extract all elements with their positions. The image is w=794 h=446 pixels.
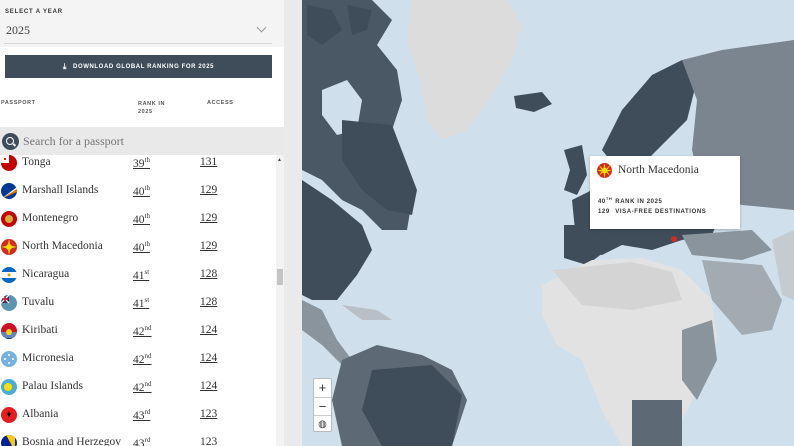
year-select-value[interactable]: 2025 [6, 23, 30, 38]
row-rank-link[interactable]: 42nd [133, 380, 152, 394]
kiribati-flag-icon [1, 323, 17, 339]
micronesia-flag-icon [1, 351, 17, 367]
north-macedonia-flag-icon [597, 163, 612, 178]
table-row[interactable]: Tuvalu 41st 128 [0, 295, 276, 323]
row-country-name: Tonga [22, 156, 51, 168]
palau-flag-icon [1, 379, 17, 395]
search-bar[interactable] [0, 127, 284, 155]
row-country-name: Nicaragua [22, 268, 70, 280]
table-row[interactable]: Montenegro 40th 129 [0, 211, 276, 239]
row-access-link[interactable]: 123 [200, 436, 217, 446]
tooltip-access-value: 129 [598, 209, 610, 215]
tooltip-access-line: 129 VISA-FREE DESTINATIONS [598, 209, 706, 215]
tooltip-rank-value: 40TH [598, 196, 613, 205]
globe-icon[interactable]: ◍ [314, 415, 331, 432]
column-passport: PASSPORT [1, 100, 36, 106]
row-rank-link[interactable]: 39th [133, 156, 150, 170]
download-ranking-button[interactable]: ⤓ DOWNLOAD GLOBAL RANKING FOR 2025 [5, 55, 272, 78]
row-country-name: Palau Islands [22, 380, 84, 392]
row-rank-link[interactable]: 42nd [133, 352, 152, 366]
row-access-link[interactable]: 129 [200, 240, 217, 252]
row-rank-link[interactable]: 40th [133, 184, 150, 198]
row-rank-link[interactable]: 40th [133, 212, 150, 226]
search-icon[interactable] [2, 132, 19, 150]
caribbean-islands [342, 305, 392, 320]
table-row[interactable]: North Macedonia 40th 129 [0, 239, 276, 267]
scroll-thumb[interactable] [277, 269, 283, 285]
turkey-region [682, 230, 772, 260]
greenland-region [407, 0, 522, 140]
search-input[interactable] [23, 133, 263, 149]
scroll-up-icon[interactable]: ▲ [277, 157, 282, 163]
table-row[interactable]: Micronesia 42nd 124 [0, 351, 276, 379]
uk-region [564, 145, 587, 195]
tooltip-country-name: North Macedonia [618, 164, 699, 176]
zoom-out-button[interactable]: − [314, 397, 331, 414]
nicaragua-flag-icon [1, 267, 17, 283]
tooltip-rank-text: RANK IN 2025 [615, 199, 663, 205]
download-icon: ⤓ [62, 61, 68, 71]
iceland-region [514, 92, 552, 112]
row-access-link[interactable]: 124 [200, 352, 217, 364]
column-access: ACCESS [207, 100, 234, 106]
marshall-islands-flag-icon [1, 183, 17, 199]
download-button-label: DOWNLOAD GLOBAL RANKING FOR 2025 [73, 63, 215, 70]
panel-divider [284, 0, 302, 446]
row-rank-link[interactable]: 41st [133, 268, 149, 282]
north-macedonia-flag-icon [1, 239, 17, 255]
zoom-controls: + − ◍ [313, 378, 332, 432]
row-country-name: North Macedonia [22, 240, 103, 252]
passport-ranking-panel: SELECT A YEAR 2025 ⤓ DOWNLOAD GLOBAL RAN… [0, 0, 284, 446]
tonga-flag-icon [1, 155, 17, 171]
row-country-name: Micronesia [22, 352, 74, 364]
passport-list: Tonga 39th 131 Marshall Islands 40th 129 Monte… [0, 155, 276, 446]
scrollbar[interactable]: ▲ [276, 155, 284, 446]
column-rank: RANK IN 2025 [138, 101, 166, 115]
row-rank-link[interactable]: 41st [133, 296, 149, 310]
country-tooltip: North Macedonia 40TH RANK IN 2025 129 VI… [590, 156, 740, 229]
row-rank-link[interactable]: 42nd [133, 324, 152, 338]
row-rank-link[interactable]: 43rd [133, 436, 150, 446]
column-headers: PASSPORT RANK IN 2025 ACCESS [0, 100, 284, 122]
row-access-link[interactable]: 128 [200, 268, 217, 280]
row-access-link[interactable]: 128 [200, 296, 217, 308]
row-rank-link[interactable]: 40th [133, 240, 150, 254]
row-rank-link[interactable]: 43rd [133, 408, 150, 422]
year-select[interactable]: SELECT A YEAR 2025 [0, 0, 284, 47]
row-access-link[interactable]: 124 [200, 324, 217, 336]
bosnia-flag-icon [1, 435, 17, 446]
row-access-link[interactable]: 129 [200, 212, 217, 224]
row-country-name: Tuvalu [22, 296, 55, 308]
row-country-name: Montenegro [22, 212, 79, 224]
table-row[interactable]: Nicaragua 41st 128 [0, 267, 276, 295]
divider [4, 43, 272, 44]
table-row[interactable]: Marshall Islands 40th 129 [0, 183, 276, 211]
row-country-name: Bosnia and Herzegov [22, 436, 121, 446]
table-row[interactable]: Albania 43rd 123 [0, 407, 276, 435]
table-row[interactable]: Tonga 39th 131 [0, 155, 276, 183]
south-africa-region [632, 400, 682, 446]
albania-flag-icon [1, 407, 17, 423]
chevron-down-icon[interactable] [256, 22, 267, 33]
montenegro-flag-icon [1, 211, 17, 227]
tuvalu-flag-icon [1, 295, 17, 311]
tooltip-access-text: VISA-FREE DESTINATIONS [615, 209, 707, 215]
zoom-in-button[interactable]: + [314, 379, 331, 396]
year-select-label: SELECT A YEAR [5, 9, 63, 15]
row-access-link[interactable]: 123 [200, 408, 217, 420]
row-access-link[interactable]: 131 [200, 156, 217, 168]
row-access-link[interactable]: 129 [200, 184, 217, 196]
row-access-link[interactable]: 124 [200, 380, 217, 392]
row-country-name: Marshall Islands [22, 184, 99, 196]
row-country-name: Albania [22, 408, 59, 420]
table-row[interactable]: Kiribati 42nd 124 [0, 323, 276, 351]
table-row[interactable]: Palau Islands 42nd 124 [0, 379, 276, 407]
row-country-name: Kiribati [22, 324, 58, 336]
table-row[interactable]: Bosnia and Herzegov 43rd 123 [0, 435, 276, 446]
tooltip-rank-line: 40TH RANK IN 2025 [598, 196, 663, 205]
iberia-region [564, 225, 607, 265]
north-macedonia-marker [671, 236, 677, 242]
central-america-region [302, 300, 352, 365]
